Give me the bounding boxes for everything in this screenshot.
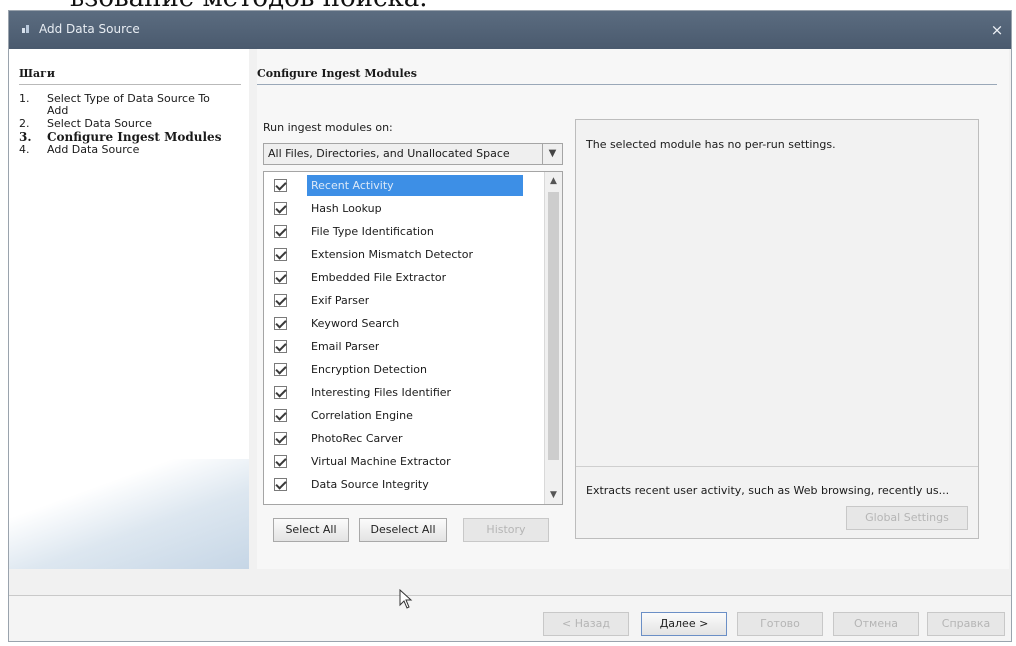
decorative-banner bbox=[9, 459, 249, 569]
module-list: Recent Activity Hash Lookup File Type Id… bbox=[263, 171, 563, 505]
module-row[interactable]: Keyword Search bbox=[264, 312, 544, 335]
settings-message: The selected module has no per-run setti… bbox=[586, 138, 836, 151]
cancel-button[interactable]: Отмена bbox=[833, 612, 919, 636]
module-checkbox[interactable] bbox=[274, 317, 287, 330]
module-checkbox[interactable] bbox=[274, 363, 287, 376]
module-checkbox[interactable] bbox=[274, 432, 287, 445]
module-checkbox[interactable] bbox=[274, 225, 287, 238]
module-row[interactable]: File Type Identification bbox=[264, 220, 544, 243]
module-checkbox[interactable] bbox=[274, 294, 287, 307]
module-checkbox[interactable] bbox=[274, 478, 287, 491]
steps-divider bbox=[19, 84, 241, 85]
page-title: Configure Ingest Modules bbox=[257, 67, 417, 80]
step-item: 1. Select Type of Data Source To Add bbox=[19, 92, 210, 117]
module-row[interactable]: Data Source Integrity bbox=[264, 473, 544, 496]
module-row[interactable]: Interesting Files Identifier bbox=[264, 381, 544, 404]
module-checkbox[interactable] bbox=[274, 179, 287, 192]
module-row[interactable]: Hash Lookup bbox=[264, 197, 544, 220]
global-settings-button[interactable]: Global Settings bbox=[846, 506, 968, 530]
module-row[interactable]: Virtual Machine Extractor bbox=[264, 450, 544, 473]
add-data-source-dialog: Add Data Source × Шаги 1. Select Type of … bbox=[8, 10, 1012, 642]
steps-title: Шаги bbox=[19, 67, 55, 80]
module-checkbox[interactable] bbox=[274, 271, 287, 284]
module-settings-panel: The selected module has no per-run setti… bbox=[575, 119, 979, 539]
module-list-scrollbar[interactable]: ▲ ▼ bbox=[544, 172, 562, 504]
step-item-current: 3. Configure Ingest Modules bbox=[19, 130, 222, 144]
module-row[interactable]: Extension Mismatch Detector bbox=[264, 243, 544, 266]
module-checkbox[interactable] bbox=[274, 340, 287, 353]
run-on-dropdown[interactable]: All Files, Directories, and Unallocated … bbox=[263, 143, 563, 165]
mouse-cursor-icon bbox=[399, 589, 413, 609]
run-on-label: Run ingest modules on: bbox=[263, 121, 393, 134]
step-item: 2. Select Data Source bbox=[19, 117, 152, 130]
scrollbar-thumb[interactable] bbox=[548, 192, 559, 460]
title-bar: Add Data Source × bbox=[9, 11, 1011, 49]
next-button[interactable]: Далее > bbox=[641, 612, 727, 636]
run-on-value: All Files, Directories, and Unallocated … bbox=[268, 147, 510, 160]
module-row[interactable]: Correlation Engine bbox=[264, 404, 544, 427]
select-all-button[interactable]: Select All bbox=[273, 518, 349, 542]
module-row[interactable]: PhotoRec Carver bbox=[264, 427, 544, 450]
close-icon[interactable]: × bbox=[987, 20, 1007, 40]
back-button[interactable]: < Назад bbox=[543, 612, 629, 636]
steps-list: 1. Select Type of Data Source To Add 2. Se… bbox=[19, 93, 241, 157]
app-icon bbox=[22, 25, 29, 33]
clipped-document-text: ьзование методов поиска. bbox=[0, 0, 1016, 10]
module-row[interactable]: Encryption Detection bbox=[264, 358, 544, 381]
history-button[interactable]: History bbox=[463, 518, 549, 542]
module-checkbox[interactable] bbox=[274, 455, 287, 468]
module-checkbox[interactable] bbox=[274, 248, 287, 261]
step-item: 4. Add Data Source bbox=[19, 143, 140, 156]
module-checkbox[interactable] bbox=[274, 409, 287, 422]
wizard-footer: < Назад Далее > Готово Отмена Справка bbox=[9, 595, 1011, 641]
module-checkbox[interactable] bbox=[274, 202, 287, 215]
finish-button[interactable]: Готово bbox=[737, 612, 823, 636]
module-row[interactable]: Embedded File Extractor bbox=[264, 266, 544, 289]
steps-panel: Шаги 1. Select Type of Data Source To Add… bbox=[9, 49, 249, 569]
scroll-up-icon[interactable]: ▲ bbox=[545, 172, 562, 190]
scroll-down-icon[interactable]: ▼ bbox=[545, 486, 562, 504]
deselect-all-button[interactable]: Deselect All bbox=[359, 518, 447, 542]
module-description: Extracts recent user activity, such as W… bbox=[586, 484, 950, 497]
settings-divider bbox=[576, 466, 978, 467]
module-row[interactable]: Email Parser bbox=[264, 335, 544, 358]
title-divider bbox=[257, 84, 997, 85]
module-row[interactable]: Recent Activity bbox=[264, 174, 544, 197]
chevron-down-icon[interactable]: ▼ bbox=[542, 144, 562, 164]
module-checkbox[interactable] bbox=[274, 386, 287, 399]
window-title: Add Data Source bbox=[39, 22, 140, 36]
module-row[interactable]: Exif Parser bbox=[264, 289, 544, 312]
help-button[interactable]: Справка bbox=[927, 612, 1005, 636]
main-panel: Configure Ingest Modules Run ingest modu… bbox=[257, 49, 1009, 569]
